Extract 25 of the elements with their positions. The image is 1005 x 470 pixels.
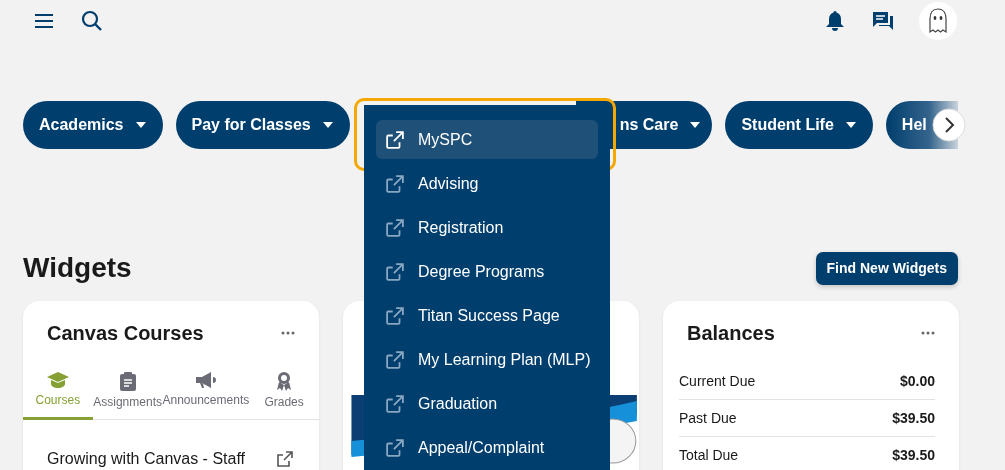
card-title: Balances [687,321,775,345]
menu-item[interactable]: Graduation [376,384,598,423]
nav-menu-button[interactable]: Academics [23,101,163,149]
balance-label: Total Due [679,447,739,463]
menu-item[interactable]: My Learning Plan (MLP) [376,340,598,379]
balance-label: Past Due [679,410,737,426]
find-widgets-button[interactable]: Find New Widgets [815,251,958,285]
card-tab[interactable]: Assignments [92,371,163,420]
course-link[interactable]: Growing with Canvas - Staff [47,450,245,468]
menu-item[interactable]: Appeal/Complaint [376,428,598,467]
balance-label: Current Due [679,373,756,389]
menu-item[interactable]: Registration [376,208,598,247]
balance-amount: $39.50 [892,447,935,463]
section-heading: Widgets [23,252,132,284]
card-tab[interactable]: Grades [249,371,319,420]
balance-amount: $39.50 [892,410,935,426]
menu-item[interactable]: Degree Programs [376,252,598,291]
menu-item[interactable]: MySPC [376,120,598,159]
menu-item[interactable]: Advising [376,164,598,203]
nav-menu-button[interactable]: Pay for Classes [175,101,350,149]
menu-item[interactable]: Titan Success Page [376,296,598,335]
card-tab[interactable]: Announcements [162,371,250,420]
balance-amount: $0.00 [899,373,935,389]
nav-menu-button[interactable]: Student Life [725,101,873,149]
card-title: Canvas Courses [47,321,204,345]
